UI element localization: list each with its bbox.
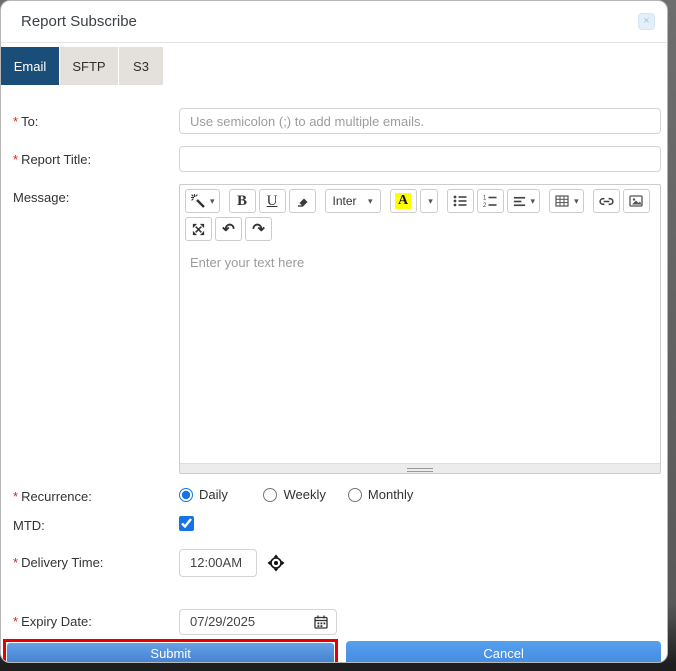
numbered-list-icon: 1 2 bbox=[482, 193, 498, 209]
svg-text:1: 1 bbox=[483, 196, 487, 202]
to-label: * To: bbox=[13, 113, 39, 129]
message-label: Message: bbox=[13, 190, 70, 205]
delivery-time-label: * Delivery Time: bbox=[13, 555, 104, 570]
redo-icon: ↷ bbox=[252, 220, 265, 238]
font-color-button[interactable]: A bbox=[389, 189, 417, 213]
editor-resize-handle[interactable] bbox=[180, 463, 660, 473]
calendar-icon[interactable] bbox=[313, 614, 329, 630]
fullscreen-expand-icon bbox=[191, 222, 206, 237]
bullet-list-icon bbox=[452, 193, 468, 209]
align-dropdown[interactable]: ▾ bbox=[506, 189, 541, 213]
report-title-label: * Report Title: bbox=[13, 151, 92, 167]
eraser-icon bbox=[294, 193, 310, 209]
svg-text:2: 2 bbox=[483, 203, 487, 209]
tab-s3[interactable]: S3 bbox=[119, 47, 163, 85]
recurrence-row: * Recurrence: Daily Weekly Monthly bbox=[13, 487, 661, 507]
required-marker: * bbox=[13, 113, 19, 129]
dialog-header: Report Subscribe × bbox=[1, 1, 667, 43]
chevron-down-icon: ▾ bbox=[530, 195, 536, 206]
unordered-list-button[interactable] bbox=[446, 189, 474, 213]
insert-image-button[interactable] bbox=[622, 189, 650, 213]
required-marker: * bbox=[13, 614, 19, 629]
delivery-time-row: * Delivery Time: bbox=[13, 548, 661, 577]
required-marker: * bbox=[13, 555, 19, 570]
resize-grip-icon bbox=[407, 468, 433, 469]
monthly-radio[interactable] bbox=[347, 487, 362, 502]
recurrence-option-monthly[interactable]: Monthly bbox=[347, 487, 428, 502]
font-color-icon: A bbox=[394, 193, 412, 209]
recurrence-option-weekly[interactable]: Weekly bbox=[263, 487, 343, 502]
required-marker: * bbox=[13, 489, 19, 505]
dialog-footer: Submit Cancel bbox=[3, 638, 661, 662]
editor-toolbar: ▾ B U Inter ▾ A ▾ 1 2 ▾ ▾ ↶ ↷ bbox=[180, 185, 660, 245]
undo-icon: ↶ bbox=[222, 220, 235, 238]
message-editor-area[interactable]: Enter your text here bbox=[180, 245, 660, 463]
underline-button[interactable]: U bbox=[258, 189, 286, 213]
magic-wand-icon bbox=[190, 193, 206, 209]
mtd-checkbox[interactable] bbox=[179, 515, 194, 531]
dialog-title: Report Subscribe bbox=[21, 13, 137, 30]
font-color-dropdown[interactable]: ▾ bbox=[419, 189, 438, 213]
font-family-dropdown[interactable]: Inter ▾ bbox=[324, 189, 381, 213]
clear-format-button[interactable] bbox=[288, 189, 316, 213]
report-title-input[interactable] bbox=[179, 146, 661, 172]
chevron-down-icon: ▾ bbox=[428, 195, 433, 206]
close-icon[interactable]: × bbox=[638, 13, 655, 30]
chevron-down-icon: ▾ bbox=[210, 195, 215, 206]
undo-button[interactable]: ↶ bbox=[215, 217, 242, 241]
align-left-icon bbox=[512, 194, 527, 209]
table-icon bbox=[554, 193, 570, 209]
fullscreen-button[interactable] bbox=[185, 217, 212, 241]
bold-button[interactable]: B bbox=[228, 189, 256, 213]
mtd-label: MTD: bbox=[13, 518, 45, 533]
required-marker: * bbox=[13, 151, 19, 167]
report-title-row: * Report Title: bbox=[13, 146, 661, 172]
chevron-down-icon: ▾ bbox=[368, 195, 373, 206]
message-row: Message: ▾ B U Inter ▾ A ▾ 1 2 ▾ ▾ ↶ ↷ E… bbox=[13, 184, 661, 474]
daily-radio[interactable] bbox=[179, 487, 193, 502]
redo-button[interactable]: ↷ bbox=[245, 217, 272, 241]
time-picker-icon[interactable] bbox=[267, 554, 285, 572]
chevron-down-icon: ▾ bbox=[574, 195, 579, 206]
weekly-radio[interactable] bbox=[263, 487, 278, 502]
cancel-button[interactable]: Cancel bbox=[346, 640, 661, 662]
to-row: * To: bbox=[13, 108, 661, 134]
ordered-list-button[interactable]: 1 2 bbox=[476, 189, 504, 213]
to-input[interactable] bbox=[179, 108, 661, 134]
mtd-row: MTD: bbox=[13, 515, 661, 536]
delivery-time-input[interactable] bbox=[179, 548, 257, 577]
tab-email[interactable]: Email bbox=[1, 47, 59, 85]
link-icon bbox=[598, 193, 615, 210]
table-dropdown[interactable]: ▾ bbox=[549, 189, 584, 213]
recurrence-option-daily[interactable]: Daily bbox=[179, 487, 259, 502]
expiry-date-row: * Expiry Date: bbox=[13, 608, 661, 635]
form-content: *To: *Report Title: Message: bbox=[1, 85, 667, 662]
tab-sftp[interactable]: SFTP bbox=[60, 47, 118, 85]
expiry-date-label: * Expiry Date: bbox=[13, 614, 92, 629]
rich-text-editor: ▾ B U Inter ▾ A ▾ 1 2 ▾ ▾ ↶ ↷ Enter your… bbox=[179, 184, 661, 474]
recurrence-label: * Recurrence: bbox=[13, 489, 92, 505]
tab-bar: Email SFTP S3 bbox=[1, 47, 667, 85]
report-subscribe-dialog: Report Subscribe × Email SFTP S3 *To: *R… bbox=[0, 0, 668, 663]
image-icon bbox=[628, 193, 644, 209]
insert-link-button[interactable] bbox=[592, 189, 620, 213]
annotation-highlight: Submit bbox=[3, 638, 339, 662]
magic-wand-button[interactable]: ▾ bbox=[185, 189, 220, 213]
submit-button[interactable]: Submit bbox=[7, 642, 335, 662]
